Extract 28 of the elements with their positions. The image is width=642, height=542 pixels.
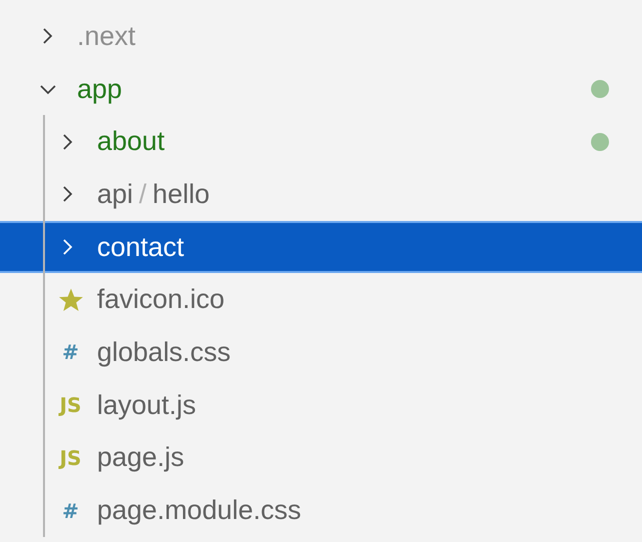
file-type-icon: JS [60,448,82,468]
tree-item[interactable]: about [0,115,642,168]
tree-item[interactable]: # globals.css [0,326,642,379]
tree-item[interactable]: # page.module.css [0,484,642,537]
file-name: globals.css [97,336,231,368]
path-separator: / [139,178,147,210]
tree-item[interactable]: api / hello [0,168,642,221]
folder-name: .next [77,20,136,52]
folder-name: contact [97,232,184,263]
status-dot [591,132,609,151]
status-dot [591,80,609,98]
tree-item[interactable]: favicon.ico [0,273,642,326]
tree-item[interactable]: JS layout.js [0,378,642,432]
folder-name[interactable]: hello [152,178,210,210]
tree-item[interactable]: .next [0,10,642,63]
file-name: favicon.ico [97,284,225,316]
file-type-icon: JS [60,395,82,416]
folder-name: about [97,126,165,158]
folder-name[interactable]: api [97,178,134,210]
folder-name: app [77,74,122,105]
tree-item[interactable]: JS page.js [0,432,642,484]
file-name: layout.js [97,390,196,421]
tree-item[interactable]: app [0,62,642,116]
file-name: page.module.css [97,495,302,526]
file-type-icon: # [62,342,79,362]
tree-item[interactable]: contact [0,220,642,274]
file-type-icon: # [62,500,79,521]
file-name: page.js [97,442,184,474]
